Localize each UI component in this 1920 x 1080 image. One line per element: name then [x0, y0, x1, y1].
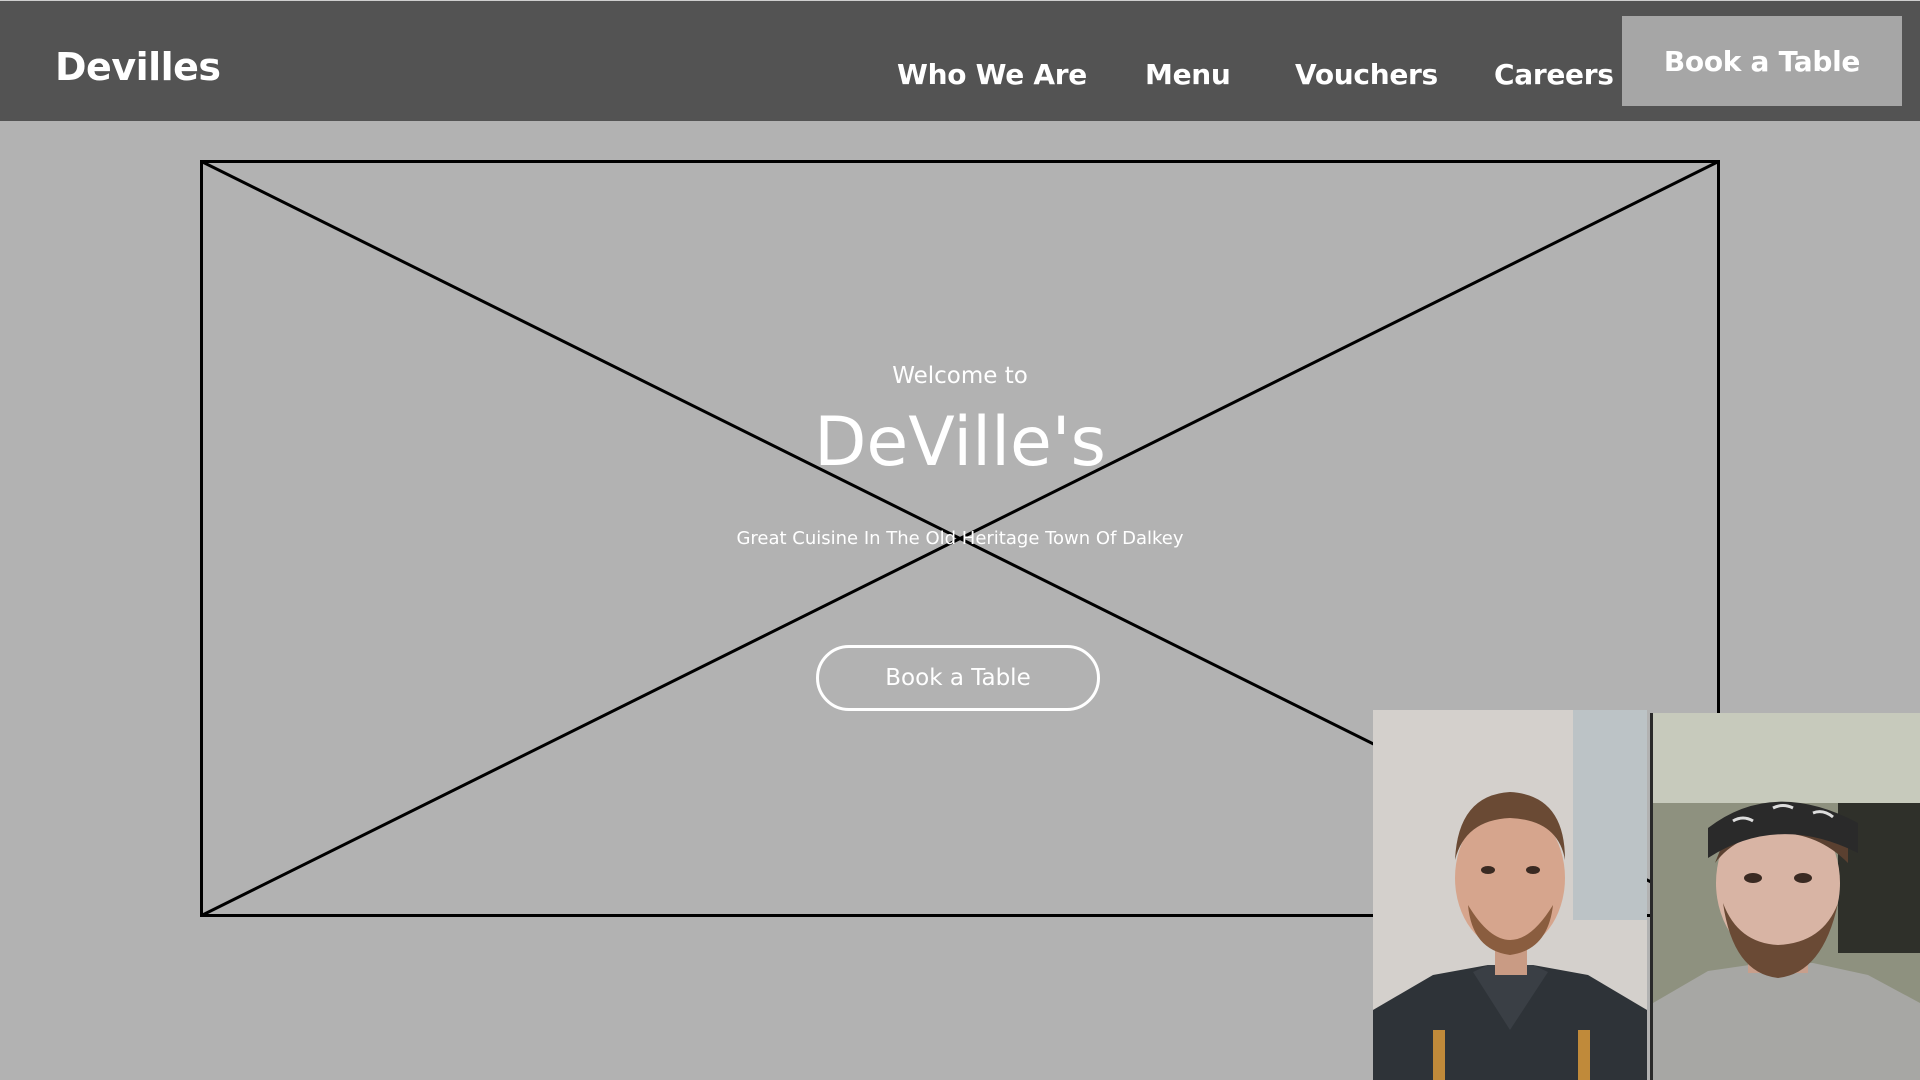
participant-2-video-icon [1653, 713, 1920, 1080]
page: Devilles Who We Are Menu Vouchers Career… [0, 0, 1920, 1080]
video-participant-1 [1373, 710, 1647, 1080]
navbar: Devilles Who We Are Menu Vouchers Career… [0, 0, 1920, 121]
hero-tagline: Great Cuisine In The Old Heritage Town O… [736, 528, 1184, 549]
hero-title: DeVille's [814, 403, 1106, 482]
brand-logo[interactable]: Devilles [55, 45, 221, 89]
book-table-nav-button[interactable]: Book a Table [1622, 16, 1902, 106]
nav-link-who-we-are[interactable]: Who We Are [897, 58, 1087, 91]
book-table-hero-button[interactable]: Book a Table [816, 645, 1100, 711]
hero-welcome-text: Welcome to [892, 363, 1028, 389]
video-participant-2 [1650, 713, 1920, 1080]
nav-link-careers[interactable]: Careers [1494, 58, 1614, 91]
nav-link-vouchers[interactable]: Vouchers [1295, 58, 1438, 91]
nav-link-menu[interactable]: Menu [1145, 58, 1231, 91]
participant-1-video-icon [1373, 710, 1647, 1080]
